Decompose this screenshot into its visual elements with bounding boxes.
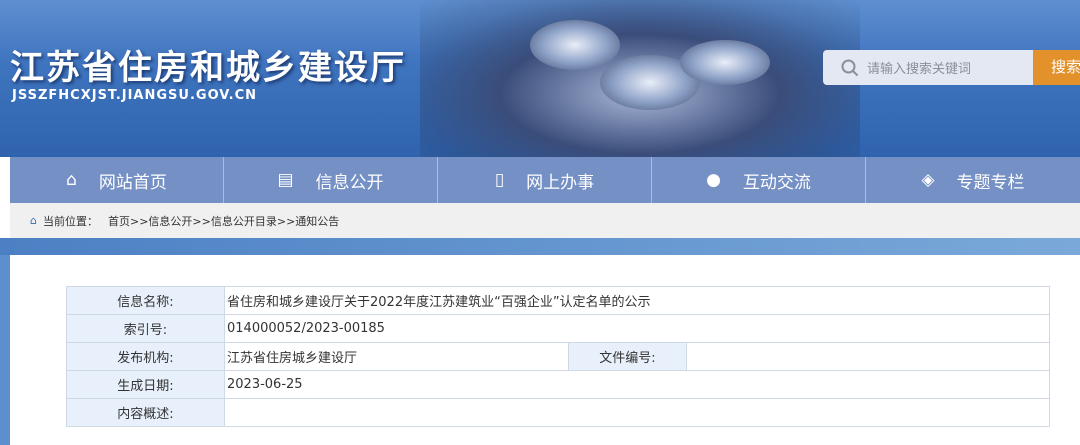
- banner-building: [680, 40, 770, 85]
- search-doc-icon: ▯: [494, 170, 505, 190]
- nav-label: 互动交流: [742, 172, 811, 193]
- home-small-icon: ⌂: [30, 214, 37, 227]
- site-domain: JSSZFHCXJST.JIANGSU.GOV.CN: [12, 88, 258, 103]
- nav-item-interaction[interactable]: ● 互动交流: [652, 157, 866, 203]
- org-label: 发布机构:: [66, 342, 225, 371]
- decorative-strip: [0, 238, 1080, 255]
- main-nav: ⌂ 网站首页 ▤ 信息公开 ▯ 网上办事 ● 互动交流 ◈ 专题专栏: [10, 157, 1080, 203]
- chat-icon: ●: [706, 170, 721, 190]
- layers-icon: ◈: [921, 170, 935, 190]
- nav-item-online-service[interactable]: ▯ 网上办事: [438, 157, 652, 203]
- site-header: 江苏省住房和城乡建设厅 JSSZFHCXJST.JIANGSU.GOV.CN 请…: [0, 0, 1080, 157]
- date-value: 2023-06-25: [224, 370, 1050, 399]
- name-label: 信息名称:: [66, 286, 225, 315]
- search-button[interactable]: 搜索: [1033, 50, 1080, 85]
- breadcrumb: ⌂ 当前位置： 首页>>信息公开>>信息公开目录>>通知公告: [10, 203, 1080, 238]
- search-placeholder: 请输入搜索关键词: [867, 62, 972, 77]
- nav-label: 网站首页: [98, 172, 167, 193]
- breadcrumb-path[interactable]: 首页>>信息公开>>信息公开目录>>通知公告: [108, 213, 339, 229]
- search-input[interactable]: 请输入搜索关键词: [823, 50, 1033, 85]
- docno-value: [686, 342, 1050, 371]
- decorative-side: [0, 255, 10, 445]
- home-icon: ⌂: [66, 170, 77, 190]
- table-row: 生成日期: 2023-06-25: [66, 370, 1050, 399]
- table-row: 索引号: 014000052/2023-00185: [66, 314, 1050, 343]
- banner-building: [530, 20, 620, 70]
- search-icon: [841, 59, 859, 76]
- table-row: 信息名称: 省住房和城乡建设厅关于2022年度江苏建筑业“百强企业”认定名单的公示: [66, 286, 1050, 315]
- document-icon: ▤: [277, 170, 294, 190]
- index-value: 014000052/2023-00185: [224, 314, 1050, 343]
- nav-label: 网上办事: [526, 172, 595, 193]
- breadcrumb-label: 当前位置：: [42, 214, 98, 228]
- table-row: 内容概述:: [66, 398, 1050, 427]
- org-value: 江苏省住房城乡建设厅: [224, 342, 569, 371]
- docno-label: 文件编号:: [568, 342, 687, 371]
- nav-label: 信息公开: [315, 172, 384, 193]
- nav-item-info-public[interactable]: ▤ 信息公开: [224, 157, 438, 203]
- index-label: 索引号:: [66, 314, 225, 343]
- name-value: 省住房和城乡建设厅关于2022年度江苏建筑业“百强企业”认定名单的公示: [224, 286, 1050, 315]
- table-row: 发布机构: 江苏省住房城乡建设厅 文件编号:: [66, 342, 1050, 371]
- date-label: 生成日期:: [66, 370, 225, 399]
- nav-item-topics[interactable]: ◈ 专题专栏: [866, 157, 1080, 203]
- nav-label: 专题专栏: [956, 172, 1025, 193]
- nav-item-home[interactable]: ⌂ 网站首页: [10, 157, 224, 203]
- summary-label: 内容概述:: [66, 398, 225, 427]
- site-logo-title[interactable]: 江苏省住房和城乡建设厅: [10, 40, 406, 89]
- summary-value: [224, 398, 1050, 427]
- info-table: 信息名称: 省住房和城乡建设厅关于2022年度江苏建筑业“百强企业”认定名单的公示…: [66, 286, 1050, 427]
